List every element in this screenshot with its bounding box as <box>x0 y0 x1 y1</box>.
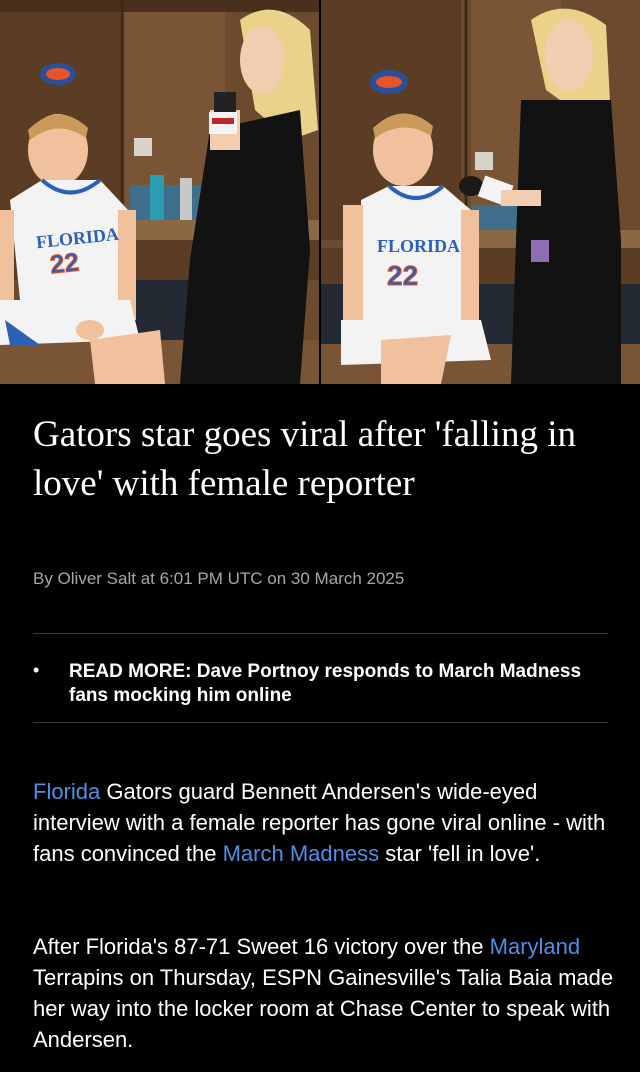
article-headline: Gators star goes viral after 'falling in… <box>33 414 576 504</box>
florida-link[interactable]: Florida <box>33 779 100 804</box>
interview-image-right <box>321 0 640 384</box>
article-paragraph-2: After Florida's 87-71 Sweet 16 victory o… <box>33 931 618 1055</box>
march-madness-link[interactable]: March Madness <box>223 841 380 866</box>
article-paragraph-1: Florida Gators guard Bennett Andersen's … <box>33 776 618 869</box>
divider-bottom <box>33 722 608 723</box>
maryland-link[interactable]: Maryland <box>490 934 580 959</box>
interview-photo-right[interactable]: FLORIDA 22 <box>321 0 640 384</box>
interview-image-left <box>0 0 319 384</box>
paragraph-2-text-a: After Florida's 87-71 Sweet 16 victory o… <box>33 934 490 959</box>
jersey-team-right: FLORIDA <box>377 236 461 256</box>
jersey-number-right: 22 <box>386 260 419 292</box>
read-more-link[interactable]: READ MORE: Dave Portnoy responds to Marc… <box>69 660 589 708</box>
paragraph-2-text-b: Terrapins on Thursday, ESPN Gainesville'… <box>33 965 614 1052</box>
jersey-number-left: 22 <box>48 246 81 280</box>
interview-photo-left[interactable]: FLORIDA 22 <box>0 0 319 384</box>
bullet-icon: • <box>33 660 40 680</box>
article-photo-strip: FLORIDA 22 FLORIDA 22 <box>0 0 640 384</box>
paragraph-1-text-b: star 'fell in love'. <box>379 841 541 866</box>
article-byline: By Oliver Salt at 6:01 PM UTC on 30 Marc… <box>33 569 405 588</box>
divider-top <box>33 633 608 634</box>
